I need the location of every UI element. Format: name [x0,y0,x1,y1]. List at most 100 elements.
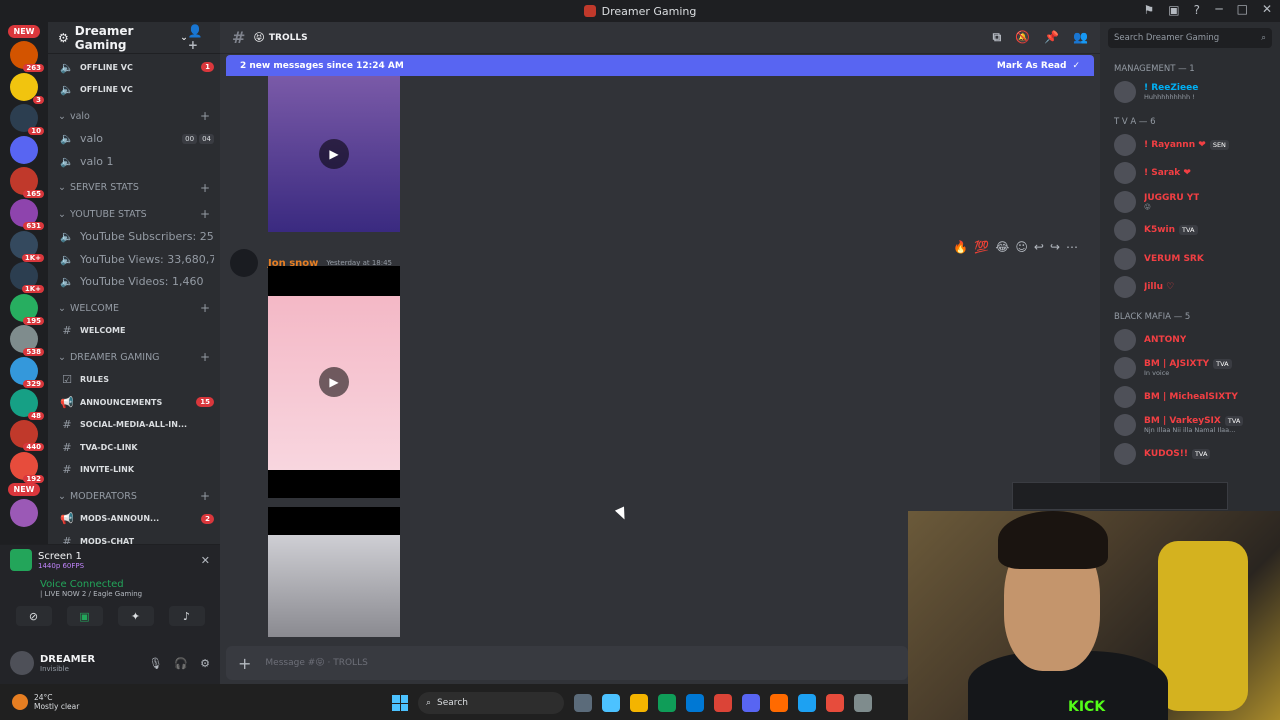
taskbar-app-icon[interactable] [826,694,844,712]
channel-item[interactable]: # INVITE-LINK [54,459,214,482]
minimize-icon[interactable]: ─ [1215,2,1222,16]
server-icon[interactable]: 1K+ [10,230,44,262]
add-channel-icon[interactable]: + [200,301,210,315]
fire-reaction-icon[interactable]: 🔥 [953,240,968,254]
add-channel-icon[interactable]: + [200,181,210,195]
member-item[interactable]: KUDOS!! TVA [1100,440,1280,469]
taskbar-app-icon[interactable] [798,694,816,712]
add-member-icon[interactable]: 👤+ [188,24,210,52]
play-icon[interactable]: ▶ [319,139,349,169]
weather-widget[interactable]: 24°C Mostly clear [0,693,79,711]
member-item[interactable]: BM | VarkeySIX TVA Njn Illaa Nii illa Nama… [1100,411,1280,440]
add-channel-icon[interactable]: + [200,109,210,123]
taskbar-app-icon[interactable] [686,694,704,712]
server-icon[interactable]: 631 [10,198,44,230]
attach-plus-icon[interactable]: + [238,654,251,673]
headphones-icon[interactable]: 🎧 [174,657,188,670]
help-icon[interactable]: ? [1194,3,1200,17]
channel-item[interactable]: ☑ RULES [54,369,214,392]
screen-icon[interactable]: ▣ [1168,3,1179,17]
reply-icon[interactable]: ↩ [1034,240,1044,254]
member-item[interactable]: K5win TVA [1100,216,1280,245]
channel-item[interactable]: 🔈 OFFLINE VC [54,79,214,102]
guild-header[interactable]: ⚙ Dreamer Gaming ⌄ 👤+ [48,22,220,54]
video-attachment[interactable]: ▶ [268,76,400,232]
taskbar-app-icon[interactable] [574,694,592,712]
add-channel-icon[interactable]: + [200,489,210,503]
message-input[interactable]: Message #😝 · TROLLS [265,658,367,668]
channel-item[interactable]: 📢 ANNOUNCEMENTS 15 [54,391,214,414]
server-icon[interactable]: 263 [10,41,44,72]
channel-item[interactable]: 📢 MODS-ANNOUN... 2 [54,508,214,531]
server-icon[interactable]: 440 [10,420,44,452]
threads-icon[interactable]: ⧉ [993,30,1002,45]
category-header[interactable]: ⌄ WELCOME + [54,297,214,320]
channel-item[interactable]: 🔈 YouTube Subscribers: 256K [54,226,214,249]
taskbar-app-icon[interactable] [658,694,676,712]
server-icon[interactable]: 165 [10,167,44,199]
member-item[interactable]: VERUM SRK [1100,245,1280,274]
server-icon[interactable]: 329 [10,356,44,388]
channel-item[interactable]: # WELCOME [54,320,214,343]
category-header[interactable]: ⌄ valo + [54,105,214,128]
server-icon[interactable]: 3 [10,72,44,104]
taskbar-search[interactable]: ⌕ Search [418,692,564,714]
share-screen-button[interactable]: ▣ [66,606,103,626]
hundred-reaction-icon[interactable]: 💯 [974,240,989,254]
channel-item[interactable]: 🔈 valo 00 04 [54,128,214,151]
server-icon[interactable]: 192 [10,451,44,483]
search-input[interactable]: Search Dreamer Gaming ⌕ [1108,28,1272,48]
server-icon[interactable]: 538 [10,325,44,357]
server-icon[interactable]: 1K+ [10,262,44,294]
member-item[interactable]: Jillu ♡ [1100,273,1280,302]
channel-item[interactable]: 🔈 valo 1 [54,150,214,173]
add-reaction-icon[interactable]: ☺ [1015,240,1028,254]
activities-button[interactable]: ✦ [117,606,154,626]
member-item[interactable]: JUGGRU YT 😛 [1100,188,1280,217]
screen-share-row[interactable]: Screen 1 1440p 60FPS ✕ [0,545,220,575]
new-messages-bar[interactable]: 2 new messages since 12:24 AM Mark As Re… [226,55,1094,76]
taskbar-app-icon[interactable] [630,694,648,712]
member-item[interactable]: BM | AJSIXTY TVA In voice [1100,354,1280,383]
server-icon[interactable]: 48 [10,388,44,420]
avatar[interactable] [230,249,258,277]
server-icon[interactable]: 10 [10,104,44,136]
taskbar-app-icon[interactable] [854,694,872,712]
category-header[interactable]: ⌄ MODERATORS + [54,485,214,508]
member-item[interactable]: BM | MichealSIXTY [1100,383,1280,412]
voice-connection[interactable]: Voice Connected | LIVE NOW 2 / Eagle Gam… [0,575,220,602]
channel-item[interactable]: # SOCIAL-MEDIA-ALL-IN... [54,414,214,437]
server-icon[interactable] [10,499,38,528]
maximize-icon[interactable]: □ [1237,2,1248,16]
taskbar-app-icon[interactable] [602,694,620,712]
channel-item[interactable]: # TVA-DC-LINK [54,436,214,459]
notification-icon[interactable]: 🔕 [1015,30,1030,45]
play-icon[interactable]: ▶ [319,367,349,397]
member-item[interactable]: ! Rayannn ❤ SEN [1100,131,1280,160]
taskbar-app-icon[interactable] [770,694,788,712]
category-header[interactable]: ⌄ YOUTUBE STATS + [54,203,214,226]
member-item[interactable]: ! Sarak ❤ [1100,159,1280,188]
member-item[interactable]: ANTONY [1100,326,1280,355]
server-icon[interactable]: 195 [10,293,44,325]
category-header[interactable]: ⌄ SERVER STATS + [54,177,214,200]
taskbar-app-icon[interactable] [714,694,732,712]
category-header[interactable]: ⌄ DREAMER GAMING + [54,346,214,369]
soundboard-button[interactable]: ♪ [168,606,205,626]
video-attachment[interactable]: ▶ [268,266,400,498]
camera-off-button[interactable]: ⊘ [15,606,52,626]
video-attachment[interactable] [268,507,400,637]
server-icon[interactable] [10,135,38,164]
channel-item[interactable]: 🔈 YouTube Views: 33,680,794 [54,248,214,271]
taskbar-app-icon[interactable] [742,694,760,712]
laugh-reaction-icon[interactable]: 😂 [995,240,1009,254]
members-icon[interactable]: 👥 [1073,30,1088,45]
message-composer[interactable]: + Message #😝 · TROLLS [226,646,908,680]
add-channel-icon[interactable]: + [200,350,210,364]
channel-item[interactable]: 🔈 OFFLINE VC 1 [54,56,214,79]
pin-icon[interactable]: 📌 [1044,30,1059,45]
add-channel-icon[interactable]: + [200,207,210,221]
close-preview-icon[interactable]: ✕ [201,554,210,567]
microphone-icon[interactable]: 🎙 [148,657,162,670]
avatar[interactable] [10,651,34,675]
